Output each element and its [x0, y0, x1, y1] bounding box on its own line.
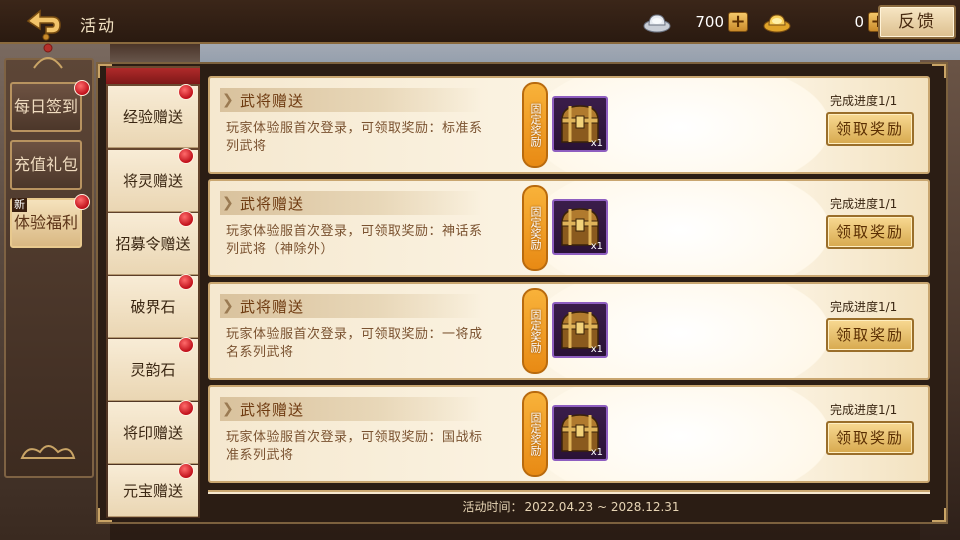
badge-text: 固定奖励	[529, 103, 542, 147]
silver-currency: 700 +	[642, 8, 748, 36]
notification-dot-icon	[178, 84, 194, 100]
card-title: 武将赠送	[240, 298, 305, 316]
card-description: 玩家体验服首次登录，可领取奖励：标准系列武将	[226, 121, 483, 154]
claim-reward-button[interactable]: 领取奖励	[826, 215, 914, 249]
reward-count: x1	[590, 138, 603, 149]
fixed-reward-badge: 固定奖励	[522, 185, 548, 271]
notification-dot-icon	[178, 400, 194, 416]
sub-tab-label: 将灵赠送	[122, 172, 183, 190]
notification-dot-icon	[74, 194, 90, 210]
title-arrow-icon: ❯	[222, 92, 234, 108]
silver-value: 700	[695, 13, 724, 31]
card-description: 玩家体验服首次登录，可领取奖励：神话系列武将（神除外）	[226, 224, 483, 257]
reward-count: x1	[590, 241, 603, 252]
gold-ingot-icon	[762, 9, 792, 35]
reward-item-slot[interactable]: x1	[552, 96, 608, 152]
sub-tab-header	[106, 68, 200, 84]
badge-text: 固定奖励	[529, 309, 542, 353]
notification-dot-icon	[178, 463, 194, 479]
notification-dot-icon	[178, 274, 194, 290]
gold-currency: 0 +	[762, 8, 888, 36]
activity-time-label: 活动时间：	[462, 500, 523, 514]
cloud-ornament-icon	[20, 445, 76, 459]
title-arrow-icon: ❯	[222, 298, 234, 314]
reward-card: ❯ 武将赠送 玩家体验服首次登录，可领取奖励：一将成名系列武将 固定奖励 x1 …	[208, 282, 930, 380]
sub-tab-label: 经验赠送	[122, 108, 183, 126]
page-title: 活动	[80, 16, 117, 35]
reward-item-slot[interactable]: x1	[552, 302, 608, 358]
sub-tab-label: 灵韵石	[130, 361, 176, 379]
back-button[interactable]	[22, 6, 66, 42]
badge-text: 固定奖励	[529, 412, 542, 456]
card-title: 武将赠送	[240, 195, 305, 213]
reward-item-slot[interactable]: x1	[552, 405, 608, 461]
sub-tab-label: 破界石	[130, 298, 176, 316]
silver-ingot-icon	[642, 9, 672, 35]
notification-dot-icon	[178, 337, 194, 353]
progress-label: 完成进度1/1	[830, 403, 898, 417]
reward-card: ❯ 武将赠送 玩家体验服首次登录，可领取奖励：标准系列武将 固定奖励 x1 完成…	[208, 76, 930, 174]
left-tab-daily-signin[interactable]: 每日签到	[10, 82, 82, 132]
feedback-button[interactable]: 反馈	[878, 5, 956, 39]
new-tag-badge: 新	[12, 198, 27, 212]
left-tab-label: 充值礼包	[13, 155, 78, 174]
claim-reward-button[interactable]: 领取奖励	[826, 421, 914, 455]
title-arrow-icon: ❯	[222, 401, 234, 417]
fixed-reward-badge: 固定奖励	[522, 82, 548, 168]
notification-dot-icon	[74, 80, 90, 96]
notification-dot-icon	[178, 148, 194, 164]
reward-card: ❯ 武将赠送 玩家体验服首次登录，可领取奖励：国战标准系列武将 固定奖励 x1 …	[208, 385, 930, 483]
gold-value: 0	[854, 13, 864, 31]
left-tab-recharge-gift[interactable]: 充值礼包	[10, 140, 82, 190]
badge-text: 固定奖励	[529, 206, 542, 250]
reward-list[interactable]: ❯ 武将赠送 玩家体验服首次登录，可领取奖励：标准系列武将 固定奖励 x1 完成…	[202, 66, 940, 494]
back-arrow-icon	[26, 9, 61, 41]
fixed-reward-badge: 固定奖励	[522, 391, 548, 477]
sub-tab-label: 招募令赠送	[115, 235, 191, 253]
card-title: 武将赠送	[240, 401, 305, 419]
notification-dot-icon	[178, 211, 194, 227]
claim-reward-button[interactable]: 领取奖励	[826, 318, 914, 352]
reward-item-slot[interactable]: x1	[552, 199, 608, 255]
sub-tab-label: 将印赠送	[122, 424, 183, 442]
reward-count: x1	[590, 344, 603, 355]
left-tab-label: 体验福利	[13, 213, 78, 232]
left-tab-label: 每日签到	[13, 97, 78, 116]
card-description: 玩家体验服首次登录，可领取奖励：一将成名系列武将	[226, 327, 483, 360]
reward-card: ❯ 武将赠送 玩家体验服首次登录，可领取奖励：神话系列武将（神除外） 固定奖励 …	[208, 179, 930, 277]
progress-label: 完成进度1/1	[830, 197, 898, 211]
add-silver-button[interactable]: +	[728, 12, 748, 32]
background-window	[200, 44, 960, 64]
progress-label: 完成进度1/1	[830, 94, 898, 108]
sub-tab-label: 元宝赠送	[122, 482, 183, 500]
card-description: 玩家体验服首次登录，可领取奖励：国战标准系列武将	[226, 430, 483, 463]
fixed-reward-badge: 固定奖励	[522, 288, 548, 374]
top-bar: 活动 700 + 0 + 反馈	[0, 0, 960, 44]
title-arrow-icon: ❯	[222, 195, 234, 211]
activity-time: 活动时间： 2022.04.23 ~ 2028.12.31	[202, 496, 940, 518]
next-card-peek	[208, 490, 930, 494]
card-title: 武将赠送	[240, 92, 305, 110]
reward-count: x1	[590, 447, 603, 458]
activity-time-range: 2022.04.23 ~ 2028.12.31	[524, 500, 680, 514]
hanger-ornament-icon	[33, 43, 63, 69]
progress-label: 完成进度1/1	[830, 300, 898, 314]
claim-reward-button[interactable]: 领取奖励	[826, 112, 914, 146]
left-tab-trial-benefits[interactable]: 新 体验福利	[10, 198, 82, 248]
